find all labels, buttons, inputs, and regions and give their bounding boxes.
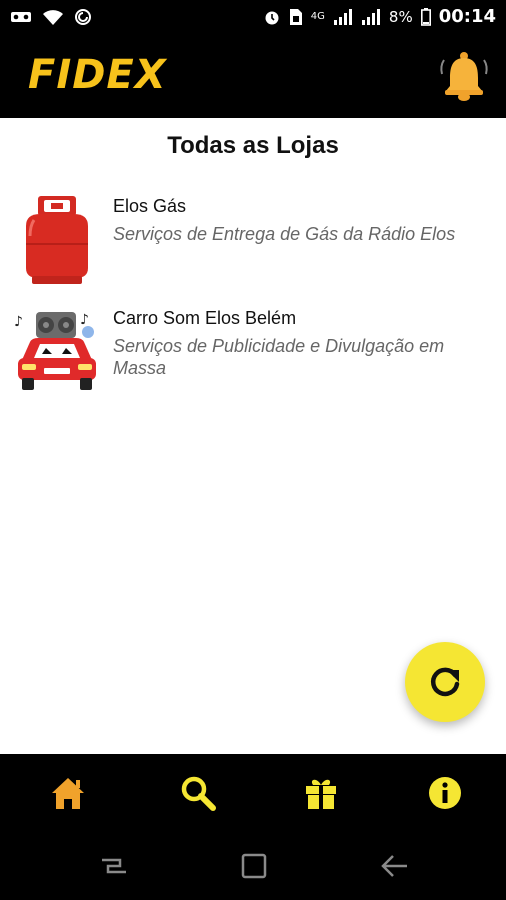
sync-icon — [75, 9, 91, 25]
home-button[interactable] — [234, 850, 274, 884]
bottom-navigation — [0, 754, 506, 832]
app-bar: FIDEX — [0, 36, 506, 118]
wifi-icon — [43, 10, 63, 25]
store-name: Carro Som Elos Belém — [113, 308, 297, 328]
system-navigation-bar — [0, 832, 506, 900]
store-thumbnail — [14, 196, 100, 286]
nav-search[interactable] — [173, 768, 223, 818]
nav-info[interactable] — [420, 768, 470, 818]
alarm-icon — [265, 11, 279, 25]
square-home-icon — [241, 853, 267, 879]
svg-text:♪: ♪ — [14, 314, 23, 330]
gas-cylinder-icon — [26, 196, 88, 284]
notification-button[interactable] — [438, 50, 490, 102]
store-description: Serviços de Entrega de Gás da Rádio Elos — [113, 224, 456, 244]
info-icon — [429, 777, 461, 809]
nav-gifts[interactable] — [296, 768, 346, 818]
recents-icon — [102, 858, 126, 874]
status-left — [10, 8, 92, 26]
status-right: 4G 8% 00:14 — [263, 7, 496, 27]
signal-icon — [333, 9, 352, 25]
sim-icon — [289, 9, 302, 25]
store-description: Serviços de Publicidade e Divulgação em … — [113, 336, 445, 378]
store-list-item[interactable]: Elos Gás Serviços de Entrega de Gás da R… — [0, 196, 506, 306]
status-bar: 4G 8% 00:14 — [0, 0, 506, 36]
svg-text:♪: ♪ — [80, 312, 89, 328]
app-logo: FIDEX — [28, 52, 167, 98]
page-title: Todas as Lojas — [167, 132, 339, 159]
gift-icon — [306, 779, 336, 809]
clock: 00:14 — [438, 6, 496, 27]
back-button[interactable] — [375, 850, 415, 884]
search-icon — [181, 776, 216, 811]
home-icon — [52, 778, 84, 809]
recents-button[interactable] — [94, 850, 134, 884]
store-list-item[interactable]: ♪ ♪ Carro Som Elos Belém Serviços de Pub… — [0, 308, 506, 418]
refresh-icon — [430, 667, 460, 697]
nav-home[interactable] — [43, 768, 93, 818]
battery-icon — [420, 8, 431, 26]
battery-percent: 8% — [388, 8, 413, 26]
signal-icon — [361, 9, 380, 25]
refresh-button[interactable] — [405, 642, 485, 722]
store-thumbnail: ♪ ♪ — [14, 308, 100, 398]
store-name: Elos Gás — [113, 196, 187, 216]
sound-car-icon: ♪ ♪ — [14, 312, 96, 390]
4g-icon: 4G — [310, 11, 325, 22]
bell-icon — [440, 52, 488, 101]
voicemail-icon — [11, 12, 31, 22]
back-icon — [381, 855, 407, 877]
